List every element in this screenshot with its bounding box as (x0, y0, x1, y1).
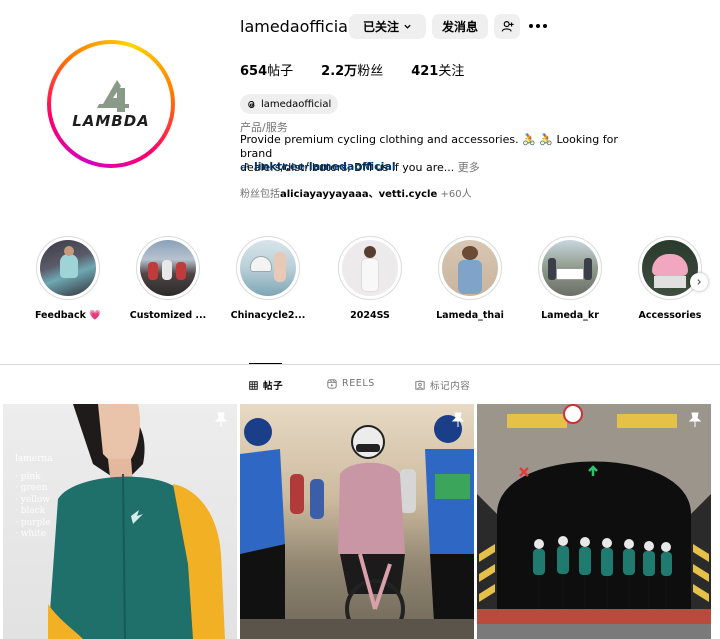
color-item: · purple (15, 517, 51, 528)
highlight-label: Lameda_kr (541, 310, 599, 321)
highlight-cover (342, 240, 398, 296)
post-image (477, 404, 711, 639)
highlight-label: Chinacycle2... (230, 310, 306, 321)
profile-stats: 654帖子 2.2万粉丝 421关注 (240, 60, 464, 79)
link-icon (241, 162, 249, 171)
pin-icon (451, 412, 465, 427)
post-tile[interactable] (477, 404, 711, 639)
profile-avatar[interactable]: LAMBDA (47, 40, 175, 168)
followers-stat[interactable]: 2.2万粉丝 (321, 60, 383, 79)
highlight-cover (240, 240, 296, 296)
lambda-logo: LAMBDA (72, 80, 150, 130)
tabs-divider (0, 364, 720, 365)
tab-reels-label: REELS (342, 378, 375, 389)
post-tile[interactable]: lamerna · pink · green · yellow · black … (3, 404, 237, 639)
followed-by-prefix: 粉丝包括 (240, 189, 280, 200)
highlight-label: 2024SS (350, 310, 390, 321)
followed-by[interactable]: 粉丝包括aliciayayyayaaa、vetti.cycle +60人 (240, 185, 472, 200)
color-item: · yellow (15, 494, 51, 505)
color-item: · green (15, 483, 48, 493)
post-image (240, 415, 474, 639)
highlight-cover (542, 240, 598, 296)
chevron-right-icon (697, 279, 701, 285)
tag-user-icon (415, 380, 425, 390)
more-options-icon[interactable] (528, 19, 548, 33)
posts-count: 654 (240, 64, 268, 79)
message-button-label: 发消息 (441, 20, 478, 34)
following-stat[interactable]: 421关注 (411, 60, 464, 79)
highlight-cover (140, 240, 196, 296)
active-tab-indicator (249, 363, 282, 364)
threads-handle: lamedaofficial (261, 98, 332, 110)
posts-stat: 654帖子 (240, 60, 293, 79)
tab-posts-label: 帖子 (263, 381, 284, 392)
following-button-label: 已关注 (362, 20, 399, 34)
tab-tagged[interactable]: 标记内容 (415, 378, 470, 392)
profile-username: lamedaofficial (240, 17, 353, 36)
link-text: linktr.ee/lamedaofficial (254, 160, 396, 173)
followers-label: 粉丝 (357, 64, 384, 79)
highlight-cover (642, 240, 698, 296)
followed-by-names: aliciayayyayaaa、vetti.cycle (280, 189, 438, 200)
highlight-ring (438, 236, 502, 300)
color-item: · white (15, 529, 47, 539)
threads-link-chip[interactable]: lamedaofficial (240, 94, 339, 114)
grid-icon (249, 380, 258, 390)
add-user-icon (501, 21, 514, 32)
tab-tagged-label: 标记内容 (430, 381, 471, 392)
highlight-ring (638, 236, 702, 300)
following-count: 421 (411, 64, 439, 79)
avatar-inner: LAMBDA (51, 44, 171, 164)
reels-icon (327, 378, 337, 389)
threads-icon (248, 100, 255, 108)
following-button[interactable]: 已关注 (349, 14, 426, 39)
highlight-label: Customized ... (129, 310, 207, 321)
highlight-label: Accessories (638, 310, 702, 321)
post-color-list: lamerna · pink · green · yellow · black … (15, 454, 53, 541)
followed-by-suffix: +60人 (437, 189, 472, 200)
highlight-feedback[interactable]: Feedback 💗 (28, 236, 108, 321)
highlight-cover (442, 240, 498, 296)
highlight-ring (36, 236, 100, 300)
highlight-ring (236, 236, 300, 300)
highlight-ring (538, 236, 602, 300)
tab-posts[interactable]: 帖子 (249, 378, 283, 392)
highlight-customized[interactable]: Customized ... (128, 236, 208, 321)
highlight-lameda-kr[interactable]: Lameda_kr (530, 236, 610, 321)
svg-text:LAMBDA: LAMBDA (72, 112, 150, 130)
bio-more-link[interactable]: 更多 (458, 161, 480, 174)
followers-count: 2.2万 (321, 64, 358, 79)
highlight-chinacycle[interactable]: Chinacycle2... (228, 236, 308, 321)
message-button[interactable]: 发消息 (432, 14, 488, 39)
profile-external-link[interactable]: linktr.ee/lamedaofficial (240, 160, 396, 173)
highlight-cover (40, 240, 96, 296)
highlight-2024ss[interactable]: 2024SS (330, 236, 410, 321)
color-item: · black (15, 506, 46, 516)
chevron-down-icon (404, 24, 411, 29)
following-label: 关注 (438, 64, 465, 79)
highlight-label: Lameda_thai (436, 310, 504, 321)
highlight-ring (338, 236, 402, 300)
suggest-users-button[interactable] (494, 14, 520, 39)
posts-label: 帖子 (267, 64, 294, 79)
highlight-ring (136, 236, 200, 300)
pin-icon (688, 412, 702, 427)
color-item: · pink (15, 471, 41, 482)
highlight-lameda-thai[interactable]: Lameda_thai (430, 236, 510, 321)
tab-reels[interactable]: REELS (327, 378, 375, 389)
color-list-title: lamerna (15, 454, 53, 464)
pin-icon (214, 412, 228, 427)
post-tile[interactable] (240, 404, 474, 639)
highlights-next-button[interactable] (690, 273, 708, 291)
highlight-label: Feedback 💗 (34, 310, 102, 321)
bio-line-1: Provide premium cycling clothing and acc… (240, 133, 618, 160)
